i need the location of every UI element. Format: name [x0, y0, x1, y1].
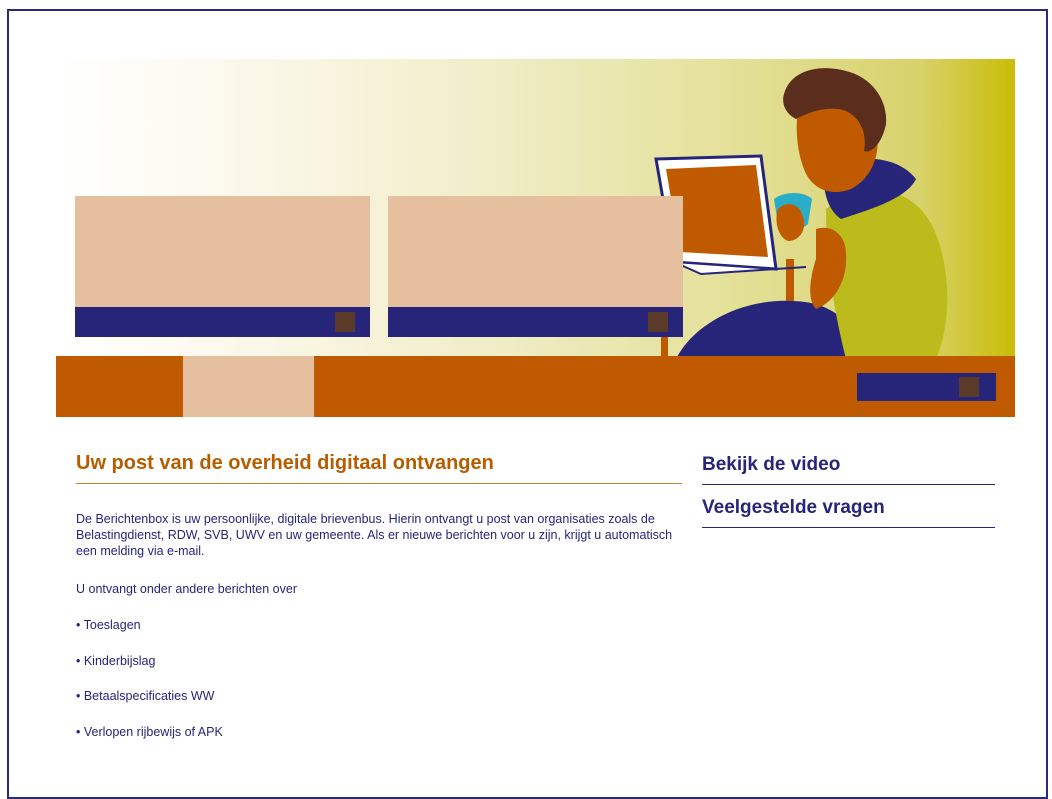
page-title: Uw post van de overheid digitaal ontvang… — [76, 452, 682, 484]
square-icon — [648, 312, 668, 332]
strip-peach-block — [183, 356, 314, 417]
faq-link[interactable]: Veelgestelde vragen — [702, 497, 995, 528]
list-item: • Verlopen rijbewijs of APK — [76, 724, 223, 739]
square-icon — [959, 377, 979, 397]
list-item: • Betaalspecificaties WW — [76, 689, 215, 703]
subintro-text: U ontvangt onder andere berichten over — [76, 582, 297, 596]
video-link[interactable]: Bekijk de video — [702, 454, 995, 485]
square-icon — [335, 312, 355, 332]
list-item: • Kinderbijslag — [76, 653, 156, 668]
service-card-bar — [75, 307, 370, 337]
intro-text: De Berichtenbox is uw persoonlijke, digi… — [76, 512, 673, 558]
service-card-bar — [388, 307, 683, 337]
topic-list: • Toeslagen • Kinderbijslag • Betaalspec… — [76, 618, 223, 760]
service-card[interactable] — [388, 196, 683, 337]
service-card[interactable] — [75, 196, 370, 337]
strip-login-block[interactable] — [857, 373, 996, 401]
hero-strip — [56, 356, 1015, 417]
hero-banner — [56, 59, 1015, 417]
list-item: • Toeslagen — [76, 618, 141, 632]
